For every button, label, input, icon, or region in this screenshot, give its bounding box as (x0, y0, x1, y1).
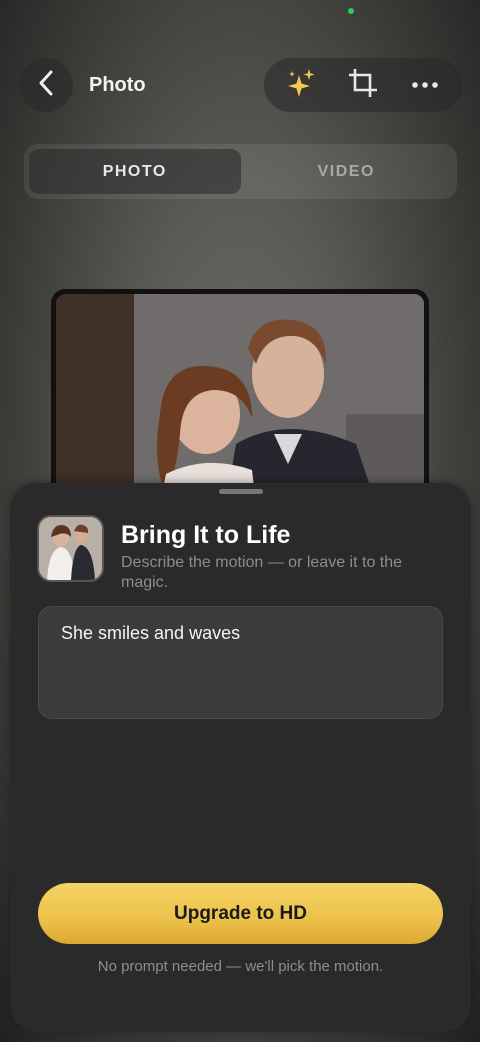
more-options-button[interactable] (397, 58, 453, 112)
sheet-grabber[interactable] (219, 489, 263, 494)
camera-indicator-dot (348, 8, 354, 14)
bring-to-life-sheet: Bring It to Life Describe the motion — o… (10, 483, 471, 1032)
footnote-text: No prompt needed — we'll pick the motion… (97, 958, 384, 975)
tab-photo[interactable]: PHOTO (29, 149, 241, 194)
sheet-subtitle: Describe the motion — or leave it to the… (121, 554, 403, 591)
crop-icon (348, 68, 378, 103)
back-button[interactable] (19, 58, 73, 112)
chevron-left-icon (38, 70, 54, 101)
toolbar (264, 58, 462, 112)
upgrade-to-hd-button[interactable]: Upgrade to HD (38, 883, 443, 944)
crop-button[interactable] (335, 58, 391, 112)
media-type-segmented-control: PHOTO VIDEO (24, 144, 457, 199)
magic-enhance-button[interactable] (273, 58, 329, 112)
motion-prompt-input[interactable]: She smiles and waves (38, 606, 443, 719)
sheet-title: Bring It to Life (121, 521, 291, 549)
photo-thumbnail (37, 515, 104, 582)
tab-video[interactable]: VIDEO (241, 149, 453, 194)
photo-preview-frame (51, 289, 429, 509)
photo-preview (56, 294, 424, 504)
more-icon (411, 76, 439, 94)
page-title: Photo (89, 74, 146, 96)
sparkles-icon (286, 67, 316, 104)
